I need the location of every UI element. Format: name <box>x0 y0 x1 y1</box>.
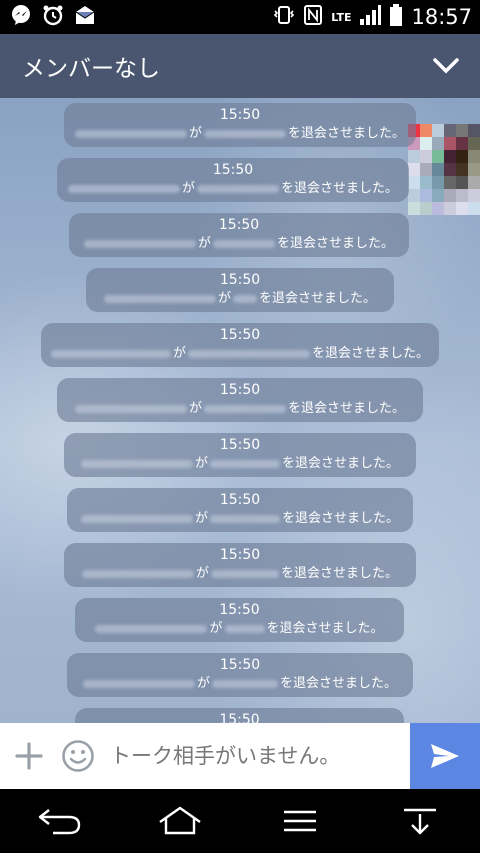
message-text: を退会させました。 <box>281 566 399 581</box>
message-conj: が <box>181 181 195 196</box>
redacted-name <box>81 570 194 578</box>
system-message: 15:50 <box>75 708 404 723</box>
home-button[interactable] <box>150 796 210 846</box>
collapse-icon <box>404 808 436 835</box>
nfc-icon <box>303 4 323 30</box>
message-conj: が <box>188 401 202 416</box>
system-message: 15:50 が を退会させました。 <box>64 103 416 147</box>
message-conj: が <box>217 291 231 306</box>
message-time: 15:50 <box>219 492 261 508</box>
redacted-name <box>212 680 278 688</box>
message-conj: が <box>188 126 202 141</box>
redacted-name <box>82 680 195 688</box>
battery-icon <box>389 4 403 30</box>
message-time: 15:50 <box>218 217 260 233</box>
redacted-name <box>80 460 193 468</box>
back-icon <box>38 809 81 835</box>
redacted-name <box>74 405 187 413</box>
status-bar: LTE 18:57 <box>0 0 480 34</box>
collapse-button[interactable] <box>390 796 450 846</box>
home-icon <box>159 806 201 835</box>
message-conj: が <box>194 456 208 471</box>
menu-button[interactable] <box>270 796 330 846</box>
redacted-name <box>204 405 286 413</box>
system-message: 15:50 が を退会させました。 <box>86 268 394 312</box>
redacted-name <box>74 130 187 138</box>
chevron-down-icon[interactable] <box>432 52 460 80</box>
message-time: 15:50 <box>219 382 261 398</box>
alarm-icon <box>42 4 64 30</box>
message-input-bar <box>0 723 480 789</box>
system-message: 15:50 が を退会させました。 <box>41 323 439 367</box>
system-message: 15:50 が を退会させました。 <box>57 158 409 202</box>
redacted-name <box>103 295 216 303</box>
message-time: 15:50 <box>219 547 261 563</box>
redacted-name <box>224 625 265 633</box>
redacted-name <box>67 185 180 193</box>
redacted-name <box>210 515 280 523</box>
message-text: を退会させました。 <box>282 511 400 526</box>
back-button[interactable] <box>30 796 90 846</box>
message-conj: が <box>172 346 186 361</box>
system-message: 15:50 が を退会させました。 <box>67 488 413 532</box>
send-button[interactable] <box>410 723 480 789</box>
message-time: 15:50 <box>219 602 260 618</box>
message-time: 15:50 <box>219 712 260 723</box>
redacted-name <box>211 570 279 578</box>
message-time: 15:50 <box>219 437 261 453</box>
signal-icon <box>359 5 382 29</box>
system-message: 15:50 が を退会させました。 <box>75 598 404 642</box>
message-conj: が <box>196 676 210 691</box>
message-conj: が <box>197 236 211 251</box>
system-message: 15:50 が を退会させました。 <box>57 378 423 422</box>
message-text: を退会させました。 <box>277 236 395 251</box>
redacted-name <box>95 625 208 633</box>
message-text: を退会させました。 <box>280 676 398 691</box>
message-text: を退会させました。 <box>288 126 406 141</box>
message-conj: が <box>195 566 209 581</box>
redacted-name <box>210 460 280 468</box>
message-text: を退会させました。 <box>266 621 384 636</box>
send-icon <box>431 744 459 768</box>
message-text: を退会させました。 <box>312 346 430 361</box>
message-time: 15:50 <box>219 272 261 288</box>
system-message: 15:50 が を退会させました。 <box>64 543 416 587</box>
redacted-name <box>50 350 171 358</box>
message-text: を退会させました。 <box>281 181 399 196</box>
message-time: 15:50 <box>219 657 261 673</box>
message-time: 15:50 <box>219 327 261 343</box>
chat-header: メンバーなし <box>0 34 480 98</box>
network-type: LTE <box>331 10 352 24</box>
vibrate-icon <box>273 4 295 30</box>
emoji-icon[interactable] <box>58 723 98 789</box>
system-message: 15:50 が を退会させました。 <box>67 653 413 697</box>
message-text: を退会させました。 <box>282 456 400 471</box>
system-message: 15:50 が を退会させました。 <box>69 213 409 257</box>
clock: 18:57 <box>411 5 472 29</box>
redacted-name <box>233 295 257 303</box>
message-time: 15:50 <box>212 162 254 178</box>
message-conj: が <box>209 621 223 636</box>
redacted-name <box>197 185 279 193</box>
chat-area[interactable]: 15:50 がを退会させました。 15:50 がを退会させました。 15:50 … <box>0 98 480 723</box>
chat-title: メンバーなし <box>22 56 160 82</box>
redacted-name <box>83 240 196 248</box>
redacted-name <box>213 240 275 248</box>
redacted-name <box>80 515 193 523</box>
mail-icon <box>74 4 96 30</box>
navigation-bar <box>0 789 480 853</box>
message-input[interactable] <box>108 743 402 769</box>
plus-icon[interactable] <box>0 723 58 789</box>
redacted-name <box>188 350 310 358</box>
system-message: 15:50 が を退会させました。 <box>64 433 416 477</box>
messenger-icon <box>10 4 32 30</box>
message-text: を退会させました。 <box>259 291 377 306</box>
menu-icon <box>284 810 316 832</box>
message-conj: が <box>194 511 208 526</box>
message-text: を退会させました。 <box>288 401 406 416</box>
redacted-name <box>204 130 286 138</box>
avatar <box>408 124 480 215</box>
message-time: 15:50 <box>219 107 261 123</box>
